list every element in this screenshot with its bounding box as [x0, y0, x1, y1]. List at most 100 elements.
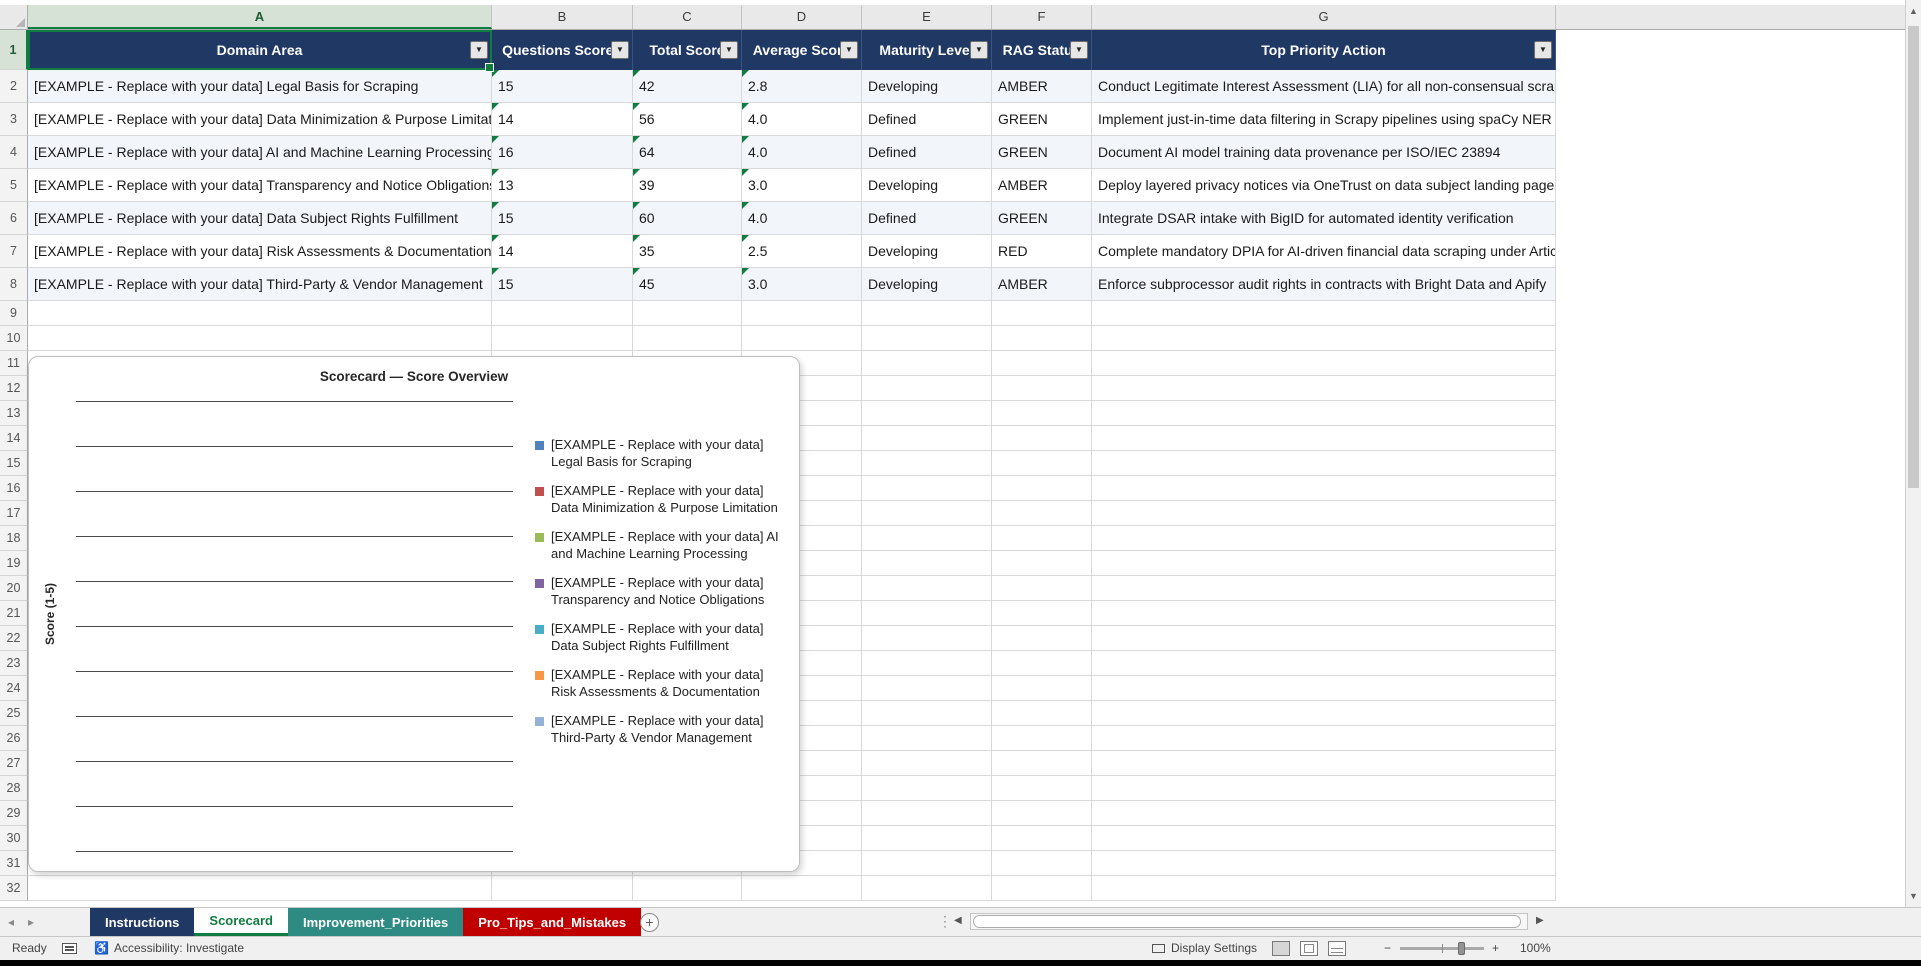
zoom-slider-thumb[interactable]: [1458, 942, 1465, 955]
accessibility-status[interactable]: ♿ Accessibility: Investigate: [94, 937, 244, 960]
cell-F15[interactable]: [992, 451, 1092, 476]
cell-F18[interactable]: [992, 526, 1092, 551]
cell-E3[interactable]: Defined: [862, 103, 992, 136]
cell-G14[interactable]: [1092, 426, 1556, 451]
cell-D2[interactable]: 2.8: [742, 70, 862, 103]
cell-G20[interactable]: [1092, 576, 1556, 601]
row-header-3[interactable]: 3: [0, 103, 28, 136]
cell-E27[interactable]: [862, 751, 992, 776]
cell-E21[interactable]: [862, 601, 992, 626]
cell-E20[interactable]: [862, 576, 992, 601]
cell-A3[interactable]: [EXAMPLE - Replace with your data] Data …: [28, 103, 492, 136]
cell-F23[interactable]: [992, 651, 1092, 676]
filter-button-F[interactable]: ▼: [1070, 41, 1088, 59]
cell-G11[interactable]: [1092, 351, 1556, 376]
filter-button-G[interactable]: ▼: [1534, 41, 1552, 59]
cell-C8[interactable]: 45: [633, 268, 742, 301]
cell-E7[interactable]: Developing: [862, 235, 992, 268]
row-header-23[interactable]: 23: [0, 651, 28, 676]
cell-G17[interactable]: [1092, 501, 1556, 526]
sheet-tab-pro_tips_and_mistakes[interactable]: Pro_Tips_and_Mistakes: [463, 908, 642, 936]
row-header-17[interactable]: 17: [0, 501, 28, 526]
cell-E16[interactable]: [862, 476, 992, 501]
cell-F20[interactable]: [992, 576, 1092, 601]
cell-F14[interactable]: [992, 426, 1092, 451]
column-header-B[interactable]: B: [492, 5, 633, 29]
row-header-16[interactable]: 16: [0, 476, 28, 501]
cell-F28[interactable]: [992, 776, 1092, 801]
cell-G16[interactable]: [1092, 476, 1556, 501]
cell-F30[interactable]: [992, 826, 1092, 851]
cell-C10[interactable]: [633, 326, 742, 351]
cell-F13[interactable]: [992, 401, 1092, 426]
column-header-A[interactable]: A: [28, 5, 492, 29]
zoom-in-button[interactable]: +: [1492, 937, 1499, 960]
vertical-scrollbar-thumb[interactable]: [1908, 26, 1919, 488]
cell-E18[interactable]: [862, 526, 992, 551]
cell-E28[interactable]: [862, 776, 992, 801]
filter-button-E[interactable]: ▼: [970, 41, 988, 59]
row-header-10[interactable]: 10: [0, 326, 28, 351]
cell-E24[interactable]: [862, 676, 992, 701]
cell-G4[interactable]: Document AI model training data provenan…: [1092, 136, 1556, 169]
cell-B9[interactable]: [492, 301, 633, 326]
filter-button-C[interactable]: ▼: [720, 41, 738, 59]
cell-G15[interactable]: [1092, 451, 1556, 476]
row-header-7[interactable]: 7: [0, 235, 28, 268]
cell-C2[interactable]: 42: [633, 70, 742, 103]
row-header-2[interactable]: 2: [0, 70, 28, 103]
cell-B10[interactable]: [492, 326, 633, 351]
cell-F25[interactable]: [992, 701, 1092, 726]
cell-A10[interactable]: [28, 326, 492, 351]
cell-G32[interactable]: [1092, 876, 1556, 901]
row-header-12[interactable]: 12: [0, 376, 28, 401]
cell-F29[interactable]: [992, 801, 1092, 826]
cell-G21[interactable]: [1092, 601, 1556, 626]
row-header-15[interactable]: 15: [0, 451, 28, 476]
cell-F5[interactable]: AMBER: [992, 169, 1092, 202]
cell-F7[interactable]: RED: [992, 235, 1092, 268]
cell-E11[interactable]: [862, 351, 992, 376]
cell-B32[interactable]: [492, 876, 633, 901]
cell-A8[interactable]: [EXAMPLE - Replace with your data] Third…: [28, 268, 492, 301]
cell-F11[interactable]: [992, 351, 1092, 376]
cell-D3[interactable]: 4.0: [742, 103, 862, 136]
cell-F26[interactable]: [992, 726, 1092, 751]
cell-D32[interactable]: [742, 876, 862, 901]
cell-F24[interactable]: [992, 676, 1092, 701]
cell-E15[interactable]: [862, 451, 992, 476]
zoom-slider[interactable]: [1400, 942, 1484, 955]
normal-view-icon[interactable]: [1272, 941, 1290, 956]
cell-G31[interactable]: [1092, 851, 1556, 876]
cell-G8[interactable]: Enforce subprocessor audit rights in con…: [1092, 268, 1556, 301]
scroll-up-icon[interactable]: ▲: [1906, 6, 1921, 16]
header-cell-F1[interactable]: RAG Status ▼: [992, 30, 1092, 70]
cell-F31[interactable]: [992, 851, 1092, 876]
cell-F12[interactable]: [992, 376, 1092, 401]
sheet-tab-instructions[interactable]: Instructions: [90, 908, 195, 936]
zoom-out-button[interactable]: −: [1384, 937, 1391, 960]
cell-E22[interactable]: [862, 626, 992, 651]
cell-E29[interactable]: [862, 801, 992, 826]
column-header-C[interactable]: C: [633, 5, 742, 29]
row-header-18[interactable]: 18: [0, 526, 28, 551]
cell-G30[interactable]: [1092, 826, 1556, 851]
horizontal-scrollbar-thumb[interactable]: [973, 915, 1521, 928]
cell-E30[interactable]: [862, 826, 992, 851]
cell-F19[interactable]: [992, 551, 1092, 576]
cell-E4[interactable]: Defined: [862, 136, 992, 169]
cell-F22[interactable]: [992, 626, 1092, 651]
header-cell-G1[interactable]: Top Priority Action ▼: [1092, 30, 1556, 70]
cell-E6[interactable]: Defined: [862, 202, 992, 235]
cell-G26[interactable]: [1092, 726, 1556, 751]
scroll-down-icon[interactable]: ▼: [1906, 891, 1921, 901]
cell-E8[interactable]: Developing: [862, 268, 992, 301]
row-header-1[interactable]: 1: [0, 30, 28, 70]
cell-E2[interactable]: Developing: [862, 70, 992, 103]
cell-E19[interactable]: [862, 551, 992, 576]
cell-C5[interactable]: 39: [633, 169, 742, 202]
row-header-25[interactable]: 25: [0, 701, 28, 726]
cell-G18[interactable]: [1092, 526, 1556, 551]
column-header-D[interactable]: D: [742, 5, 862, 29]
cell-E13[interactable]: [862, 401, 992, 426]
